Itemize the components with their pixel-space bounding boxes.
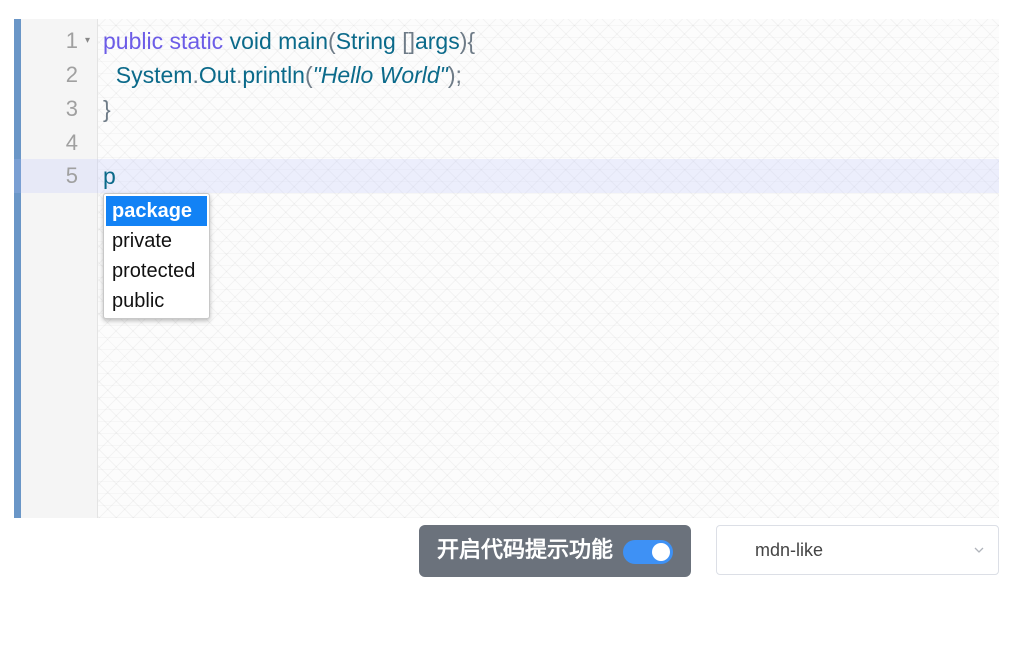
code-hint-label: 开启代码提示功能	[437, 538, 614, 563]
code-token: p	[103, 163, 116, 189]
code-token: ){	[459, 28, 476, 54]
code-text: System.Out.println("Hello World");	[103, 58, 462, 92]
code-token: );	[447, 62, 462, 88]
code-token: static	[169, 28, 224, 54]
code-token: String	[335, 28, 396, 54]
code-token: args	[414, 28, 460, 54]
autocomplete-item[interactable]: public	[106, 286, 207, 316]
theme-select[interactable]: mdn-like	[716, 525, 999, 575]
theme-select-value: mdn-like	[755, 540, 824, 560]
autocomplete-item[interactable]: protected	[106, 256, 207, 286]
fold-arrow-icon[interactable]: ▾	[85, 24, 90, 58]
code-line-3[interactable]: 3 }	[14, 92, 999, 126]
code-token: public	[103, 28, 164, 54]
autocomplete-dropdown: package private protected public	[103, 193, 210, 319]
code-token: void	[229, 28, 272, 54]
code-token: }	[103, 96, 111, 122]
code-line-2[interactable]: 2 System.Out.println("Hello World");	[14, 58, 999, 92]
code-text: public static void main(String []args){	[103, 24, 475, 58]
code-token: main	[278, 28, 329, 54]
code-line-1[interactable]: 1 ▾ public static void main(String []arg…	[14, 24, 999, 58]
code-text: p	[103, 159, 116, 193]
code-token: (	[328, 28, 336, 54]
code-token: System	[103, 62, 193, 88]
autocomplete-item[interactable]: package	[106, 196, 207, 226]
code-text: }	[103, 92, 111, 126]
code-line-4[interactable]: 4	[14, 126, 999, 160]
chevron-down-icon	[974, 547, 984, 553]
code-line-5-active[interactable]: 5 p	[14, 159, 999, 193]
autocomplete-item[interactable]: private	[106, 226, 207, 256]
line-number: 2	[65, 62, 78, 87]
code-token: "Hello World"	[312, 62, 448, 88]
line-number: 5	[65, 163, 78, 188]
code-token: Out	[198, 62, 236, 88]
code-hint-toggle[interactable]: 开启代码提示功能	[419, 525, 691, 577]
line-number: 3	[65, 96, 78, 121]
switch-knob	[652, 543, 670, 561]
code-token: println	[242, 62, 305, 88]
code-token: []	[402, 28, 415, 54]
line-number: 1	[65, 28, 78, 53]
line-number: 4	[65, 130, 78, 155]
code-hint-switch[interactable]	[623, 540, 673, 564]
code-token: (	[304, 62, 313, 88]
